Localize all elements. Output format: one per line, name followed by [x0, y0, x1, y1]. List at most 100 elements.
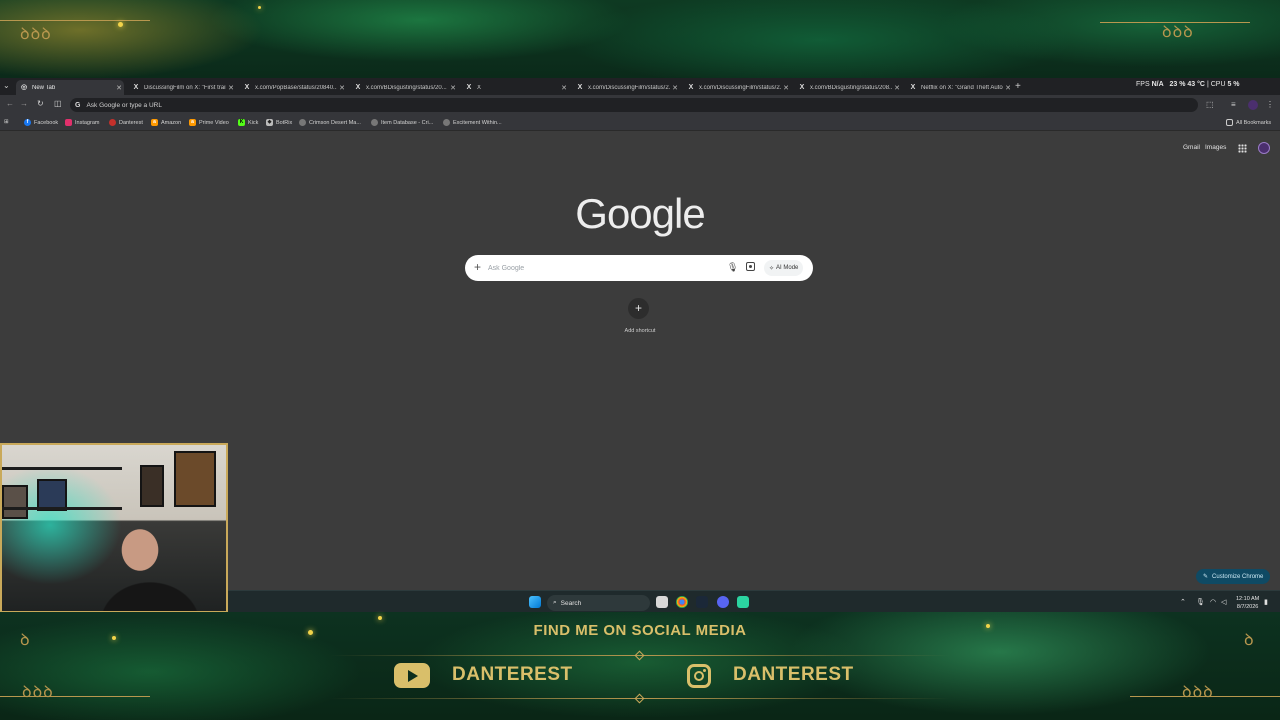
profile-avatar[interactable] [1248, 100, 1258, 110]
cpu-value: 5 % [1227, 81, 1240, 88]
close-tab-icon[interactable]: ✕ [670, 84, 680, 92]
volume-icon[interactable]: ◁ [1221, 598, 1226, 606]
bookmark-item-database[interactable]: Item Database - Cri... [371, 119, 433, 126]
taskbar-clock[interactable]: 12:10 AM 8/7/2026 [1236, 595, 1259, 611]
account-avatar[interactable] [1258, 142, 1270, 154]
customize-chrome-button[interactable]: ✎ Customize Chrome [1196, 569, 1271, 584]
tab-title: DiscussingFilm on X: "First trail [144, 84, 226, 91]
instagram-handle: DANTEREST [733, 664, 854, 685]
bookmark-instagram[interactable]: Instagram [65, 119, 99, 126]
ntp-search-input[interactable] [488, 261, 708, 275]
x-icon: X [244, 83, 250, 91]
kick-icon: K [238, 119, 245, 126]
wall-shelf [2, 467, 122, 470]
ai-sparkle-icon: ✧ [769, 265, 775, 272]
tab-title: x.com/BDisgusting/status/20... [366, 84, 447, 91]
add-shortcut-label: Add shortcut [624, 328, 656, 334]
bookmark-crimson-desert[interactable]: Crimson Desert Ma... [299, 119, 361, 126]
all-bookmarks[interactable]: All Bookmarks [1226, 119, 1271, 126]
close-tab-icon[interactable]: ✕ [337, 84, 347, 92]
youtube-handle: DANTEREST [452, 664, 573, 685]
tab-x[interactable]: X x.com/BDisgusting/status/208... ✕ [794, 80, 902, 95]
notification-icon[interactable]: ▮ [1264, 598, 1268, 606]
tab-netflix[interactable]: X Netflix on X: "Grand Theft Auto ✕ [905, 80, 1013, 95]
tray-chevron-icon[interactable]: ⌃ [1180, 598, 1186, 606]
tab-title: X [477, 84, 482, 91]
close-tab-icon[interactable]: ✕ [448, 84, 458, 92]
omnibox[interactable]: G Ask Google or type a URL [70, 98, 1198, 112]
close-tab-icon[interactable]: ✕ [559, 84, 569, 92]
ornament-curl: ꝺꝺꝺ [22, 682, 54, 701]
reload-icon[interactable]: ↻ [37, 99, 44, 108]
tab-x[interactable]: X x.com/PopBase/status/20840... ✕ [239, 80, 347, 95]
google-apps-icon[interactable] [1238, 144, 1247, 153]
side-panel-icon[interactable]: ◫ [54, 99, 62, 108]
add-shortcut-button[interactable]: + [628, 298, 649, 319]
tab-x[interactable]: X x.com/BDisgusting/status/20... ✕ [350, 80, 458, 95]
ntp-search-box[interactable]: + 🎙 ✧AI Mode [465, 255, 813, 281]
app-icon[interactable] [737, 596, 749, 608]
mic-tray-icon[interactable]: 🎙 [1196, 598, 1205, 606]
bookmark-prime-video[interactable]: a Prime Video [189, 119, 229, 126]
pencil-icon: ✎ [1203, 574, 1209, 580]
images-link[interactable]: Images [1205, 144, 1226, 151]
tab-x[interactable]: X x.com/DiscussingFilm/status/2... ✕ [683, 80, 791, 95]
forward-icon[interactable]: → [20, 99, 28, 108]
media-icon[interactable]: ≡ [1231, 100, 1236, 109]
spark [118, 22, 123, 27]
close-tab-icon[interactable]: ✕ [114, 84, 124, 92]
add-attachment-icon[interactable]: + [474, 260, 481, 274]
google-lens-icon[interactable] [746, 262, 755, 271]
windows-start-icon[interactable] [529, 596, 541, 608]
bookmark-botrix[interactable]: ◆ BotRix [266, 119, 292, 126]
task-view-icon[interactable] [656, 596, 668, 608]
streamer [90, 515, 210, 611]
x-icon: X [577, 83, 583, 91]
tab-title: New Tab [32, 84, 56, 91]
webcam-feed [0, 443, 228, 613]
bookmark-kick[interactable]: K Kick [238, 119, 258, 126]
bookmark-excitement[interactable]: Excitement Within... [443, 119, 502, 126]
close-tab-icon[interactable]: ✕ [781, 84, 791, 92]
globe-icon [443, 119, 450, 126]
tab-search-chevron-icon[interactable]: ⌄ [3, 81, 10, 90]
bookmark-label: Prime Video [199, 119, 229, 126]
tab-new-tab[interactable]: ◎ New Tab ✕ [16, 80, 124, 95]
search-icon: ⌕ [553, 599, 557, 606]
bookmark-facebook[interactable]: f Facebook [24, 119, 58, 126]
ai-mode-button[interactable]: ✧ AI Mode [764, 260, 804, 276]
prime-video-icon: a [189, 119, 196, 126]
discord-icon[interactable] [717, 596, 729, 608]
x-icon: X [688, 83, 694, 91]
bookmark-danterest[interactable]: Danterest [109, 119, 143, 126]
menu-icon[interactable]: ⋮ [1266, 100, 1274, 109]
back-icon[interactable]: ← [6, 99, 14, 108]
close-tab-icon[interactable]: ✕ [892, 84, 902, 92]
globe-icon [299, 119, 306, 126]
clock-date: 8/7/2026 [1236, 604, 1259, 610]
close-tab-icon[interactable]: ✕ [226, 84, 236, 92]
apps-grid-icon[interactable]: ⊞ [4, 119, 9, 125]
bookmark-amazon[interactable]: a Amazon [151, 119, 181, 126]
new-tab-plus-icon[interactable]: + [1015, 81, 1021, 92]
globe-icon [371, 119, 378, 126]
plus-icon: + [634, 301, 642, 315]
extensions-icon[interactable]: ⬚ [1206, 100, 1214, 109]
wifi-icon[interactable]: ◠ [1210, 598, 1216, 606]
tab-x[interactable]: X x.com/DiscussingFilm/status/2... ✕ [572, 80, 680, 95]
microphone-icon[interactable]: 🎙 [727, 262, 738, 273]
google-logo: Google [575, 190, 705, 237]
taskbar-search[interactable]: ⌕ Search [547, 595, 650, 611]
tab-strip: ⌄ ◎ New Tab ✕ X DiscussingFilm on X: "Fi… [0, 78, 1280, 95]
bookmark-label: BotRix [276, 119, 293, 126]
tab-x[interactable]: X X ✕ [461, 80, 569, 95]
youtube-icon [109, 119, 116, 126]
chrome-taskbar-icon[interactable] [676, 596, 688, 608]
ai-mode-label: AI Mode [776, 265, 799, 271]
tab-x[interactable]: X DiscussingFilm on X: "First trail ✕ [128, 80, 236, 95]
gmail-link[interactable]: Gmail [1183, 144, 1200, 151]
performance-overlay: FPS N/A 23 % 43 °C | CPU 5 % [1136, 81, 1240, 88]
steam-icon[interactable] [696, 596, 708, 608]
close-tab-icon[interactable]: ✕ [1003, 84, 1013, 92]
bookmark-label: Crimson Desert Ma... [309, 119, 361, 126]
